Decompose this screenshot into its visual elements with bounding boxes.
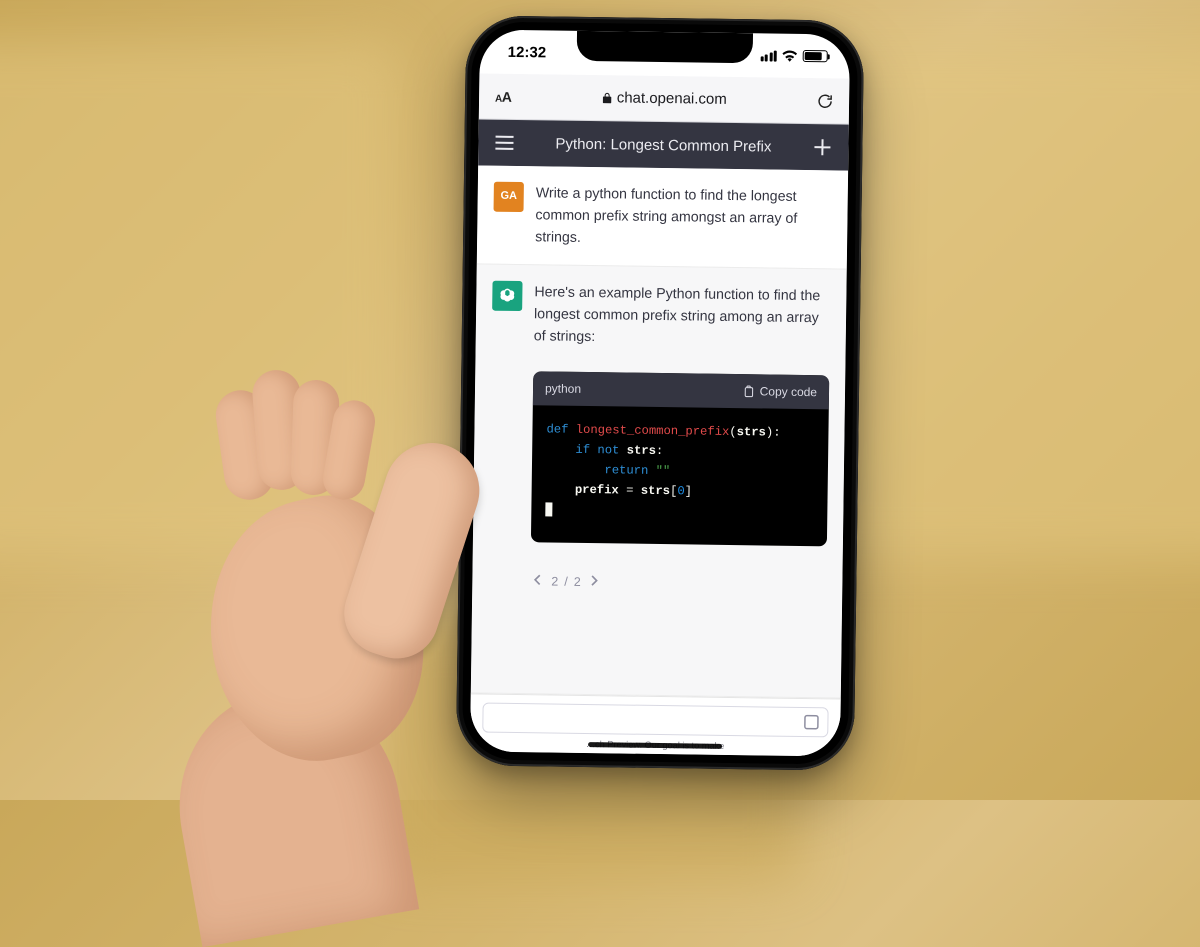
- send-icon: [803, 714, 819, 730]
- reload-button[interactable]: [813, 89, 837, 113]
- chevron-right-icon: [589, 575, 600, 586]
- response-pagination: 2 / 2: [530, 570, 826, 598]
- code-token: not: [597, 443, 619, 457]
- code-block: python Copy code def longest_common_pref…: [531, 371, 829, 546]
- conversation: GA Write a python function to find the l…: [471, 165, 848, 698]
- code-token: =: [626, 484, 634, 498]
- chat-title: Python: Longest Common Prefix: [530, 135, 796, 156]
- prev-response-button[interactable]: [530, 570, 545, 594]
- aa-big-label: A: [502, 88, 512, 104]
- code-token: longest_common_prefix: [576, 423, 730, 439]
- pagination-sep: /: [564, 572, 568, 591]
- openai-logo-icon: [498, 287, 516, 305]
- pagination-current: 2: [551, 572, 558, 591]
- pagination-total: 2: [574, 572, 581, 591]
- code-token: strs: [737, 425, 766, 439]
- hamburger-icon: [494, 135, 514, 151]
- chat-header: Python: Longest Common Prefix: [478, 119, 849, 170]
- status-indicators: [760, 49, 828, 62]
- code-body[interactable]: def longest_common_prefix(strs): if not …: [531, 405, 829, 546]
- message-assistant: Here's an example Python function to fin…: [471, 263, 847, 698]
- text-cursor: [545, 503, 552, 517]
- phone-screen: 12:32 AA chat.openai.com: [470, 29, 850, 756]
- code-token: prefix: [575, 483, 619, 498]
- code-token: if: [575, 443, 590, 457]
- reader-textsize-button[interactable]: AA: [491, 84, 516, 108]
- copy-code-button[interactable]: Copy code: [742, 382, 818, 402]
- clipboard-icon: [742, 385, 755, 398]
- code-token: strs: [627, 444, 656, 458]
- code-token: strs: [641, 484, 670, 498]
- assistant-avatar: [492, 281, 522, 311]
- next-response-button[interactable]: [587, 571, 602, 595]
- safari-address-bar: AA chat.openai.com: [479, 73, 850, 124]
- code-token: "": [656, 464, 671, 478]
- url-text: chat.openai.com: [617, 89, 727, 108]
- message-user: GA Write a python function to find the l…: [477, 165, 848, 268]
- lock-icon: [602, 92, 612, 104]
- cellular-signal-icon: [760, 50, 777, 61]
- phone-device: 12:32 AA chat.openai.com: [456, 15, 864, 770]
- phone-notch: [577, 31, 753, 63]
- code-token: return: [604, 463, 648, 478]
- status-time: 12:32: [508, 43, 547, 61]
- battery-icon: [803, 50, 828, 62]
- plus-icon: [813, 138, 831, 156]
- message-input[interactable]: [482, 703, 828, 738]
- code-token: def: [546, 422, 568, 436]
- copy-code-label: Copy code: [760, 382, 818, 401]
- code-header: python Copy code: [533, 371, 829, 409]
- url-field[interactable]: chat.openai.com: [523, 88, 805, 109]
- user-avatar: GA: [494, 182, 524, 212]
- reload-icon: [816, 92, 834, 110]
- user-message-text: Write a python function to find the long…: [535, 182, 832, 252]
- chevron-left-icon: [532, 574, 543, 585]
- assistant-message-text: Here's an example Python function to fin…: [534, 281, 831, 351]
- new-chat-button[interactable]: [808, 133, 836, 161]
- menu-button[interactable]: [490, 129, 518, 157]
- code-language-label: python: [545, 379, 581, 398]
- wifi-icon: [782, 50, 798, 62]
